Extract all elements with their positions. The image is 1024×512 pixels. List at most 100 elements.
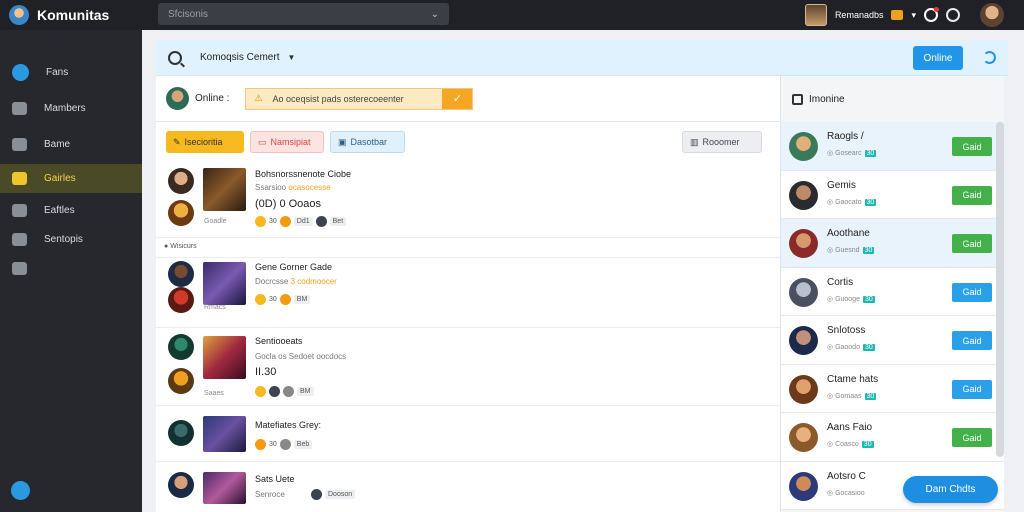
filter-chip[interactable]: ▭ Namsipiat (250, 131, 324, 153)
post-thumbnail[interactable] (203, 168, 246, 211)
sidebar-item-label: Gairles (44, 173, 76, 184)
open-chat-button[interactable]: Dam Chdts (903, 476, 998, 503)
post-thumbnail[interactable] (203, 472, 246, 504)
settings-icon[interactable] (946, 8, 960, 22)
post-title[interactable]: Matefiates Grey: (255, 420, 321, 430)
user-icon[interactable] (311, 489, 322, 500)
caret-down-icon[interactable]: ▾ (911, 10, 916, 21)
notification-flag-icon[interactable] (891, 10, 904, 20)
fire-icon[interactable] (279, 216, 291, 227)
brand[interactable]: Komunitas (0, 5, 150, 25)
online-panel: Imonine Raogls / ◎ Gosearc 30 Gaid Gemis … (780, 76, 1004, 512)
refresh-icon[interactable] (983, 51, 996, 64)
reaction-count: 30 (269, 218, 277, 225)
community-selector[interactable]: Komoqsis Cemert (200, 52, 279, 63)
confirm-button[interactable]: ✓ (442, 88, 473, 109)
friend-action-button[interactable]: Gaid (952, 379, 992, 399)
sidebar-item-fans[interactable]: Fans (0, 58, 142, 87)
view-toggle-button[interactable]: ▥ Rooomer (682, 131, 762, 153)
feed-post[interactable]: Sats Uete Senroce Dooson (156, 462, 780, 512)
notification-icon[interactable] (924, 7, 939, 22)
sidebar-item-label: Sentopis (44, 234, 83, 245)
app-title: Komunitas (37, 7, 110, 23)
friend-action-button[interactable]: Gaid (952, 282, 992, 302)
friend-item[interactable]: Snlotoss ◎ Gaoodo 30 Gaid (781, 316, 1004, 365)
filter-chip[interactable]: ✎ Isecioritia (166, 131, 244, 153)
post-meta: Gocla os Sedoet oocdocs (255, 352, 347, 361)
post-title[interactable]: Bohsnorssnenote Ciobe (255, 169, 351, 179)
friend-item[interactable]: Ctame hats ◎ Gomaas 30 Gaid (781, 364, 1004, 413)
composer-input[interactable]: ⚠ Ao oceqsist pads osterecoeenter ✓ (245, 87, 474, 110)
reaction-count: Bet (329, 217, 347, 226)
friend-name[interactable]: Ctame hats (827, 374, 878, 385)
reaction-count: Dooson (325, 490, 356, 499)
sidebar-item-label: Eaftles (44, 205, 75, 216)
post-value: (0D) 0 Ooaos (255, 198, 322, 210)
profile-avatar[interactable] (980, 3, 1004, 27)
top-search-input[interactable]: Sfcisonis ⌄ (158, 3, 449, 25)
fire-icon[interactable] (255, 439, 266, 450)
friend-status: ◎ Guesnd 30 (827, 247, 875, 254)
friend-name[interactable]: Aotsro C (827, 471, 866, 482)
user-name[interactable]: Remanadbs (835, 10, 884, 20)
post-thumbnail[interactable] (203, 262, 246, 305)
feed-post[interactable]: Matefiates Grey: 30 Beb (156, 406, 780, 462)
user-avatar[interactable] (804, 4, 827, 26)
feed-post[interactable]: Sentiooeats Gocla os Sedoet oocdocs II.3… (156, 328, 780, 406)
friend-item[interactable]: Cortis ◎ Guooge 30 Gaid (781, 267, 1004, 316)
post-title[interactable]: Sats Uete (255, 474, 295, 484)
help-icon[interactable] (11, 481, 30, 500)
sidebar-item-extra[interactable] (0, 254, 142, 283)
sidebar-item-topics[interactable]: Sentopis (0, 225, 142, 254)
avatar (168, 287, 194, 313)
friend-item[interactable]: Raogls / ◎ Gosearc 30 Gaid (781, 122, 1004, 171)
friend-item[interactable]: Gemis ◎ Gaocato 30 Gaid (781, 170, 1004, 219)
scrollbar[interactable] (996, 122, 1004, 457)
feed-post[interactable]: Bohsnorssnenote Ciobe Ssarsioo ocasocess… (156, 162, 780, 238)
sidebar-item-label: Fans (46, 67, 69, 78)
sidebar-item-game[interactable]: Bame (0, 130, 142, 159)
warning-icon: ⚠ (254, 93, 263, 103)
friend-action-button[interactable]: Gaid (952, 137, 992, 156)
smile-icon[interactable] (279, 439, 291, 450)
avatar (168, 472, 194, 498)
emoji-icon[interactable] (255, 294, 266, 305)
reaction-bar: 30 BM (255, 294, 311, 305)
friend-item[interactable]: Aoothane ◎ Guesnd 30 Gaid (781, 219, 1004, 268)
friend-action-button[interactable]: Gaid (952, 185, 992, 205)
friend-name[interactable]: Cortis (827, 277, 853, 288)
avatar (168, 420, 194, 446)
sidebar-item-members[interactable]: Mambers (0, 94, 142, 123)
reaction-count: Dd1 (293, 217, 313, 226)
friend-name[interactable]: Raogls / (827, 131, 864, 142)
online-button[interactable]: Online (913, 46, 963, 70)
friend-action-button[interactable]: Gaid (952, 331, 992, 350)
post-thumbnail[interactable] (203, 336, 246, 379)
sidebar-item-settings[interactable]: Eaftles (0, 196, 142, 225)
reaction-count: Beb (293, 440, 313, 449)
sidebar-item-gallery[interactable]: Gairles (0, 164, 142, 193)
post-thumbnail[interactable] (203, 416, 246, 452)
smile-icon[interactable] (283, 386, 294, 397)
search-icon[interactable] (168, 50, 182, 65)
user-icon[interactable] (315, 216, 327, 227)
post-title[interactable]: Sentiooeats (255, 336, 303, 346)
friend-item[interactable]: Aans Faio ◎ Coasco 30 Gaid (781, 413, 1004, 462)
friend-action-button[interactable]: Gaid (952, 234, 992, 253)
emoji-icon[interactable] (255, 386, 266, 397)
feed-post[interactable]: Gene Gorner Gade Docrcsse 3 codmoocer Rm… (156, 258, 780, 328)
avatar (789, 374, 818, 404)
filter-chip[interactable]: ▣ Dasotbar (330, 131, 405, 153)
caret-down-icon[interactable]: ▼ (287, 53, 295, 62)
emoji-icon[interactable] (255, 216, 266, 227)
fire-icon[interactable] (279, 294, 291, 305)
friend-name[interactable]: Aans Faio (827, 422, 872, 433)
post-title[interactable]: Gene Gorner Gade (255, 262, 332, 272)
user-icon[interactable] (269, 386, 280, 397)
tag-icon: ▣ (338, 136, 347, 147)
friend-name[interactable]: Aoothane (827, 228, 870, 239)
friend-action-button[interactable]: Gaid (952, 428, 992, 447)
friend-name[interactable]: Snlotoss (827, 325, 865, 336)
reaction-count: 30 (269, 296, 277, 303)
friend-name[interactable]: Gemis (827, 180, 856, 191)
